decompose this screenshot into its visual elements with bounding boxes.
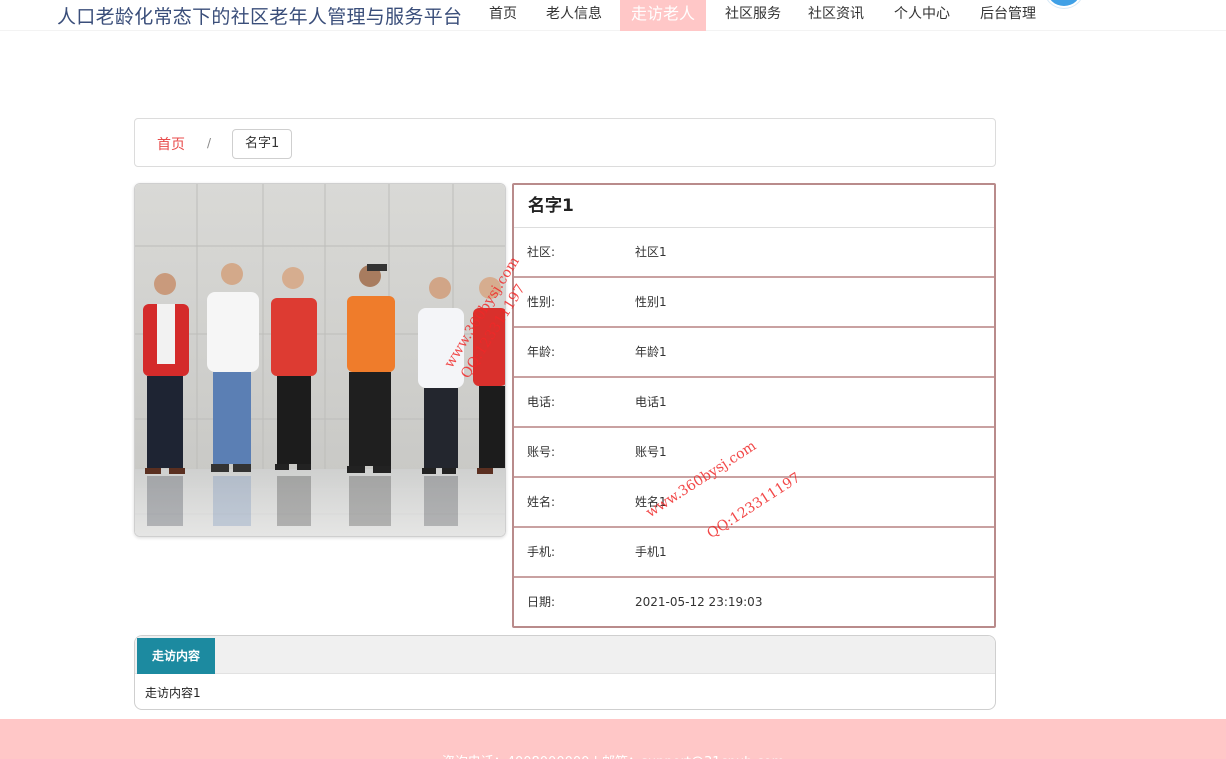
detail-value: 账号1 xyxy=(635,445,667,459)
detail-row-community: 社区: 社区1 xyxy=(514,228,994,278)
detail-value: 电话1 xyxy=(635,395,667,409)
detail-value: 社区1 xyxy=(635,245,667,259)
detail-label: 姓名: xyxy=(527,495,556,509)
breadcrumb: 首页 / 名字1 xyxy=(134,118,996,167)
elderly-photo xyxy=(134,183,506,537)
breadcrumb-current: 名字1 xyxy=(232,129,293,159)
nav-item-community-service[interactable]: 社区服务 xyxy=(714,0,792,31)
detail-label: 手机: xyxy=(527,545,556,559)
visit-content-panel: 走访内容 走访内容1 xyxy=(134,635,996,710)
avatar[interactable] xyxy=(1045,0,1083,8)
nav-item-admin[interactable]: 后台管理 xyxy=(969,0,1047,31)
nav-item-community-news[interactable]: 社区资讯 xyxy=(797,0,875,31)
detail-row-age: 年龄: 年龄1 xyxy=(514,328,994,378)
detail-label: 年龄: xyxy=(527,345,556,359)
site-title: 人口老龄化常态下的社区老年人管理与服务平台 xyxy=(57,6,463,28)
detail-value: 性别1 xyxy=(635,295,667,309)
breadcrumb-home-link[interactable]: 首页 xyxy=(157,134,185,154)
nav-item-personal-center[interactable]: 个人中心 xyxy=(883,0,961,31)
nav-item-home[interactable]: 首页 xyxy=(478,0,528,31)
tab-bar: 走访内容 xyxy=(135,636,995,674)
detail-label: 日期: xyxy=(527,595,556,609)
detail-row-account: 账号: 账号1 xyxy=(514,428,994,478)
tab-content: 走访内容1 xyxy=(145,686,201,700)
volunteers-photo-illustration xyxy=(135,184,505,536)
detail-row-date: 日期: 2021-05-12 23:19:03 xyxy=(514,578,994,628)
detail-value: 姓名1 xyxy=(635,495,667,509)
detail-label: 社区: xyxy=(527,245,556,259)
detail-value: 手机1 xyxy=(635,545,667,559)
detail-row-gender: 性别: 性别1 xyxy=(514,278,994,328)
detail-title: 名字1 xyxy=(514,185,994,228)
main-nav: 首页 老人信息 走访老人 社区服务 社区资讯 个人中心 后台管理 xyxy=(478,0,1047,31)
breadcrumb-separator: / xyxy=(207,136,212,150)
detail-value: 年龄1 xyxy=(635,345,667,359)
detail-label: 账号: xyxy=(527,445,556,459)
detail-label: 性别: xyxy=(527,295,556,309)
footer-contact-text: 咨询电话：4008000000 | 邮箱：support@31cnuh.com xyxy=(0,751,1226,759)
nav-item-elderly-info[interactable]: 老人信息 xyxy=(535,0,613,31)
detail-row-phone: 电话: 电话1 xyxy=(514,378,994,428)
tab-visit-content[interactable]: 走访内容 xyxy=(137,638,216,674)
detail-row-mobile: 手机: 手机1 xyxy=(514,528,994,578)
footer: 咨询电话：4008000000 | 邮箱：support@31cnuh.com xyxy=(0,719,1226,759)
detail-label: 电话: xyxy=(527,395,556,409)
elderly-detail-card: 名字1 社区: 社区1 性别: 性别1 年龄: 年龄1 电话: 电话1 账号: … xyxy=(512,183,996,628)
nav-item-visit-elderly[interactable]: 走访老人 xyxy=(620,0,707,31)
top-header: 人口老龄化常态下的社区老年人管理与服务平台 首页 老人信息 走访老人 社区服务 … xyxy=(0,0,1226,31)
detail-value: 2021-05-12 23:19:03 xyxy=(635,595,763,609)
detail-row-name: 姓名: 姓名1 xyxy=(514,478,994,528)
